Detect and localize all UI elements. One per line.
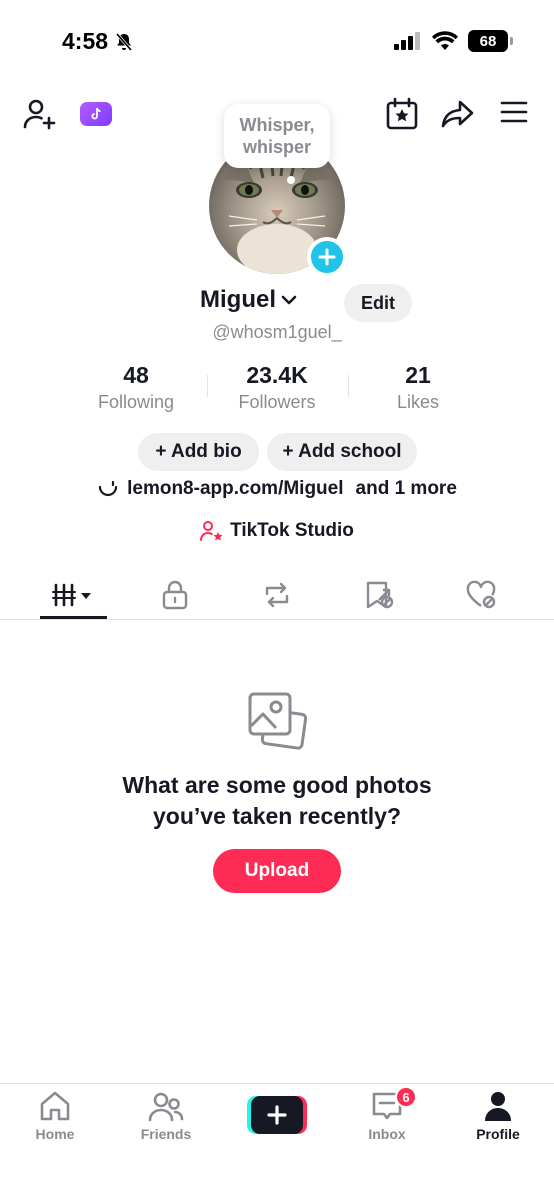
likes-stat[interactable]: 21 Likes bbox=[348, 362, 488, 413]
profile-icon bbox=[485, 1092, 511, 1121]
studio-person-star-icon bbox=[200, 521, 223, 541]
status-time: 4:58 bbox=[62, 28, 134, 55]
nav-inbox[interactable]: Inbox bbox=[337, 1090, 437, 1142]
tab-videos[interactable] bbox=[29, 572, 119, 618]
inbox-badge: 6 bbox=[395, 1086, 417, 1108]
studio-label: TikTok Studio bbox=[230, 520, 354, 541]
liked-icon bbox=[466, 580, 496, 609]
bell-muted-icon bbox=[115, 32, 133, 51]
grid-icon bbox=[52, 583, 91, 607]
likes-count: 21 bbox=[405, 362, 431, 388]
edit-profile-button[interactable]: Edit bbox=[344, 284, 412, 322]
nav-profile[interactable]: Profile bbox=[448, 1090, 548, 1142]
tiktok-coins-button[interactable] bbox=[80, 102, 112, 126]
tab-liked[interactable] bbox=[436, 572, 526, 618]
plus-icon bbox=[267, 1105, 287, 1125]
friends-icon bbox=[148, 1092, 184, 1122]
tab-reposts[interactable] bbox=[232, 572, 322, 618]
note-text: Whisper, whisper bbox=[239, 115, 315, 157]
status-time-text: 4:58 bbox=[62, 28, 109, 54]
tabs-divider bbox=[0, 619, 554, 620]
signal-icon bbox=[394, 32, 420, 50]
tiktok-logo-icon bbox=[91, 107, 101, 120]
hamburger-menu-icon bbox=[500, 101, 528, 123]
profile-links[interactable]: lemon8-app.com/Miguel and 1 more bbox=[0, 478, 554, 500]
display-name: Miguel bbox=[200, 286, 276, 313]
followers-label: Followers bbox=[238, 392, 316, 412]
profile-link-text: lemon8-app.com/Miguel bbox=[127, 478, 344, 499]
nav-profile-label: Profile bbox=[476, 1126, 520, 1142]
calendar-button[interactable] bbox=[384, 96, 420, 132]
share-profile-button[interactable] bbox=[440, 96, 476, 132]
tab-favorites[interactable] bbox=[334, 572, 424, 618]
calendar-star-icon bbox=[386, 97, 418, 130]
add-person-icon bbox=[23, 99, 56, 130]
add-story-button[interactable] bbox=[307, 237, 347, 277]
lemon8-icon bbox=[98, 480, 118, 497]
tab-private[interactable] bbox=[130, 572, 220, 618]
note-bubble[interactable]: Whisper, whisper bbox=[224, 104, 330, 168]
following-count: 48 bbox=[123, 362, 149, 388]
create-button[interactable] bbox=[247, 1096, 307, 1134]
nav-friends-label: Friends bbox=[140, 1126, 192, 1142]
name-row: Miguel bbox=[0, 286, 554, 314]
nav-friends[interactable]: Friends bbox=[116, 1090, 216, 1142]
upload-button[interactable]: Upload bbox=[213, 849, 341, 893]
tiktok-studio-link[interactable]: TikTok Studio bbox=[0, 520, 554, 542]
followers-count: 23.4K bbox=[246, 362, 308, 388]
battery-indicator: 68 bbox=[468, 30, 513, 52]
likes-label: Likes bbox=[396, 392, 440, 412]
chevron-down-icon bbox=[281, 295, 297, 305]
empty-state-line2: you’ve taken recently? bbox=[153, 803, 401, 829]
battery-level: 68 bbox=[479, 32, 497, 50]
create-button-face bbox=[251, 1096, 303, 1134]
share-arrow-icon bbox=[441, 100, 474, 128]
bottom-nav-divider bbox=[0, 1083, 554, 1084]
add-bio-button[interactable]: + Add bio bbox=[138, 433, 259, 471]
followers-stat[interactable]: 23.4K Followers bbox=[207, 362, 347, 413]
add-friend-button[interactable] bbox=[22, 96, 58, 132]
nav-home[interactable]: Home bbox=[5, 1090, 105, 1142]
plus-icon bbox=[318, 248, 336, 266]
more-links-text: and 1 more bbox=[355, 478, 457, 499]
repost-icon bbox=[265, 582, 289, 608]
add-school-button[interactable]: + Add school bbox=[267, 433, 417, 471]
lock-icon bbox=[162, 580, 188, 610]
favorites-icon bbox=[366, 581, 394, 609]
empty-state-message: What are some good photos you’ve taken r… bbox=[0, 770, 554, 832]
account-switcher[interactable]: Miguel bbox=[200, 286, 298, 314]
following-stat[interactable]: 48 Following bbox=[66, 362, 206, 413]
empty-state-line1: What are some good photos bbox=[122, 772, 432, 798]
nav-inbox-label: Inbox bbox=[368, 1126, 406, 1142]
bubble-tail bbox=[287, 176, 295, 184]
status-icons: 68 bbox=[394, 30, 513, 52]
menu-button[interactable] bbox=[498, 96, 530, 128]
following-label: Following bbox=[97, 392, 175, 412]
home-icon bbox=[40, 1091, 70, 1121]
username-handle: @whosm1guel_ bbox=[212, 322, 342, 342]
nav-home-label: Home bbox=[35, 1126, 75, 1142]
wifi-icon bbox=[432, 31, 458, 50]
photos-icon bbox=[246, 690, 310, 759]
